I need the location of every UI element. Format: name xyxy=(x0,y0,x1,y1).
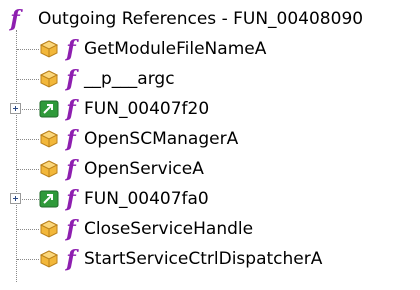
internal-call-icon xyxy=(38,98,60,120)
function-icon: f xyxy=(10,6,20,32)
tree-item-label: OpenServiceA xyxy=(84,159,204,179)
tree-item[interactable]: f OpenServiceA xyxy=(0,154,420,184)
tree-root[interactable]: f Outgoing References - FUN_00408090 xyxy=(8,4,363,34)
tree-item[interactable]: f OpenSCManagerA xyxy=(0,124,420,154)
tree-item-label: __p___argc xyxy=(84,69,175,89)
tree-connector xyxy=(17,49,39,50)
tree-item-label: GetModuleFileNameA xyxy=(84,39,267,59)
tree-item-label: CloseServiceHandle xyxy=(84,219,254,239)
tree-connector xyxy=(17,79,39,80)
tree-item[interactable]: f __p___argc xyxy=(0,64,420,94)
external-function-icon xyxy=(38,38,60,60)
tree-connector xyxy=(17,229,39,230)
root-label: Outgoing References - FUN_00408090 xyxy=(38,9,364,29)
tree-connector xyxy=(17,169,39,170)
internal-call-icon xyxy=(38,188,60,210)
tree-item-label: StartServiceCtrlDispatcherA xyxy=(84,249,323,269)
function-icon: f xyxy=(66,96,76,122)
expand-toggle-icon[interactable] xyxy=(10,103,21,114)
function-icon: f xyxy=(66,156,76,182)
external-function-icon xyxy=(38,218,60,240)
tree-item[interactable]: f FUN_00407f20 xyxy=(0,94,420,124)
tree-item[interactable]: f GetModuleFileNameA xyxy=(0,34,420,64)
tree-connector xyxy=(17,139,39,140)
tree-connector xyxy=(17,259,39,260)
external-function-icon xyxy=(38,128,60,150)
external-function-icon xyxy=(38,68,60,90)
tree-item[interactable]: f FUN_00407fa0 xyxy=(0,184,420,214)
function-icon: f xyxy=(66,36,76,62)
external-function-icon xyxy=(38,248,60,270)
tree-item-label: FUN_00407f20 xyxy=(84,99,210,119)
tree-item-label: OpenSCManagerA xyxy=(84,129,239,149)
function-icon: f xyxy=(66,216,76,242)
function-icon: f xyxy=(66,126,76,152)
tree-item[interactable]: f CloseServiceHandle xyxy=(0,214,420,244)
function-icon: f xyxy=(66,246,76,272)
tree-item[interactable]: f StartServiceCtrlDispatcherA xyxy=(0,244,420,274)
outgoing-references-tree: f Outgoing References - FUN_00408090 f Ge… xyxy=(0,0,420,290)
function-icon: f xyxy=(66,186,76,212)
function-icon: f xyxy=(66,66,76,92)
external-function-icon xyxy=(38,158,60,180)
expand-toggle-icon[interactable] xyxy=(10,193,21,204)
tree-item-label: FUN_00407fa0 xyxy=(84,189,209,209)
